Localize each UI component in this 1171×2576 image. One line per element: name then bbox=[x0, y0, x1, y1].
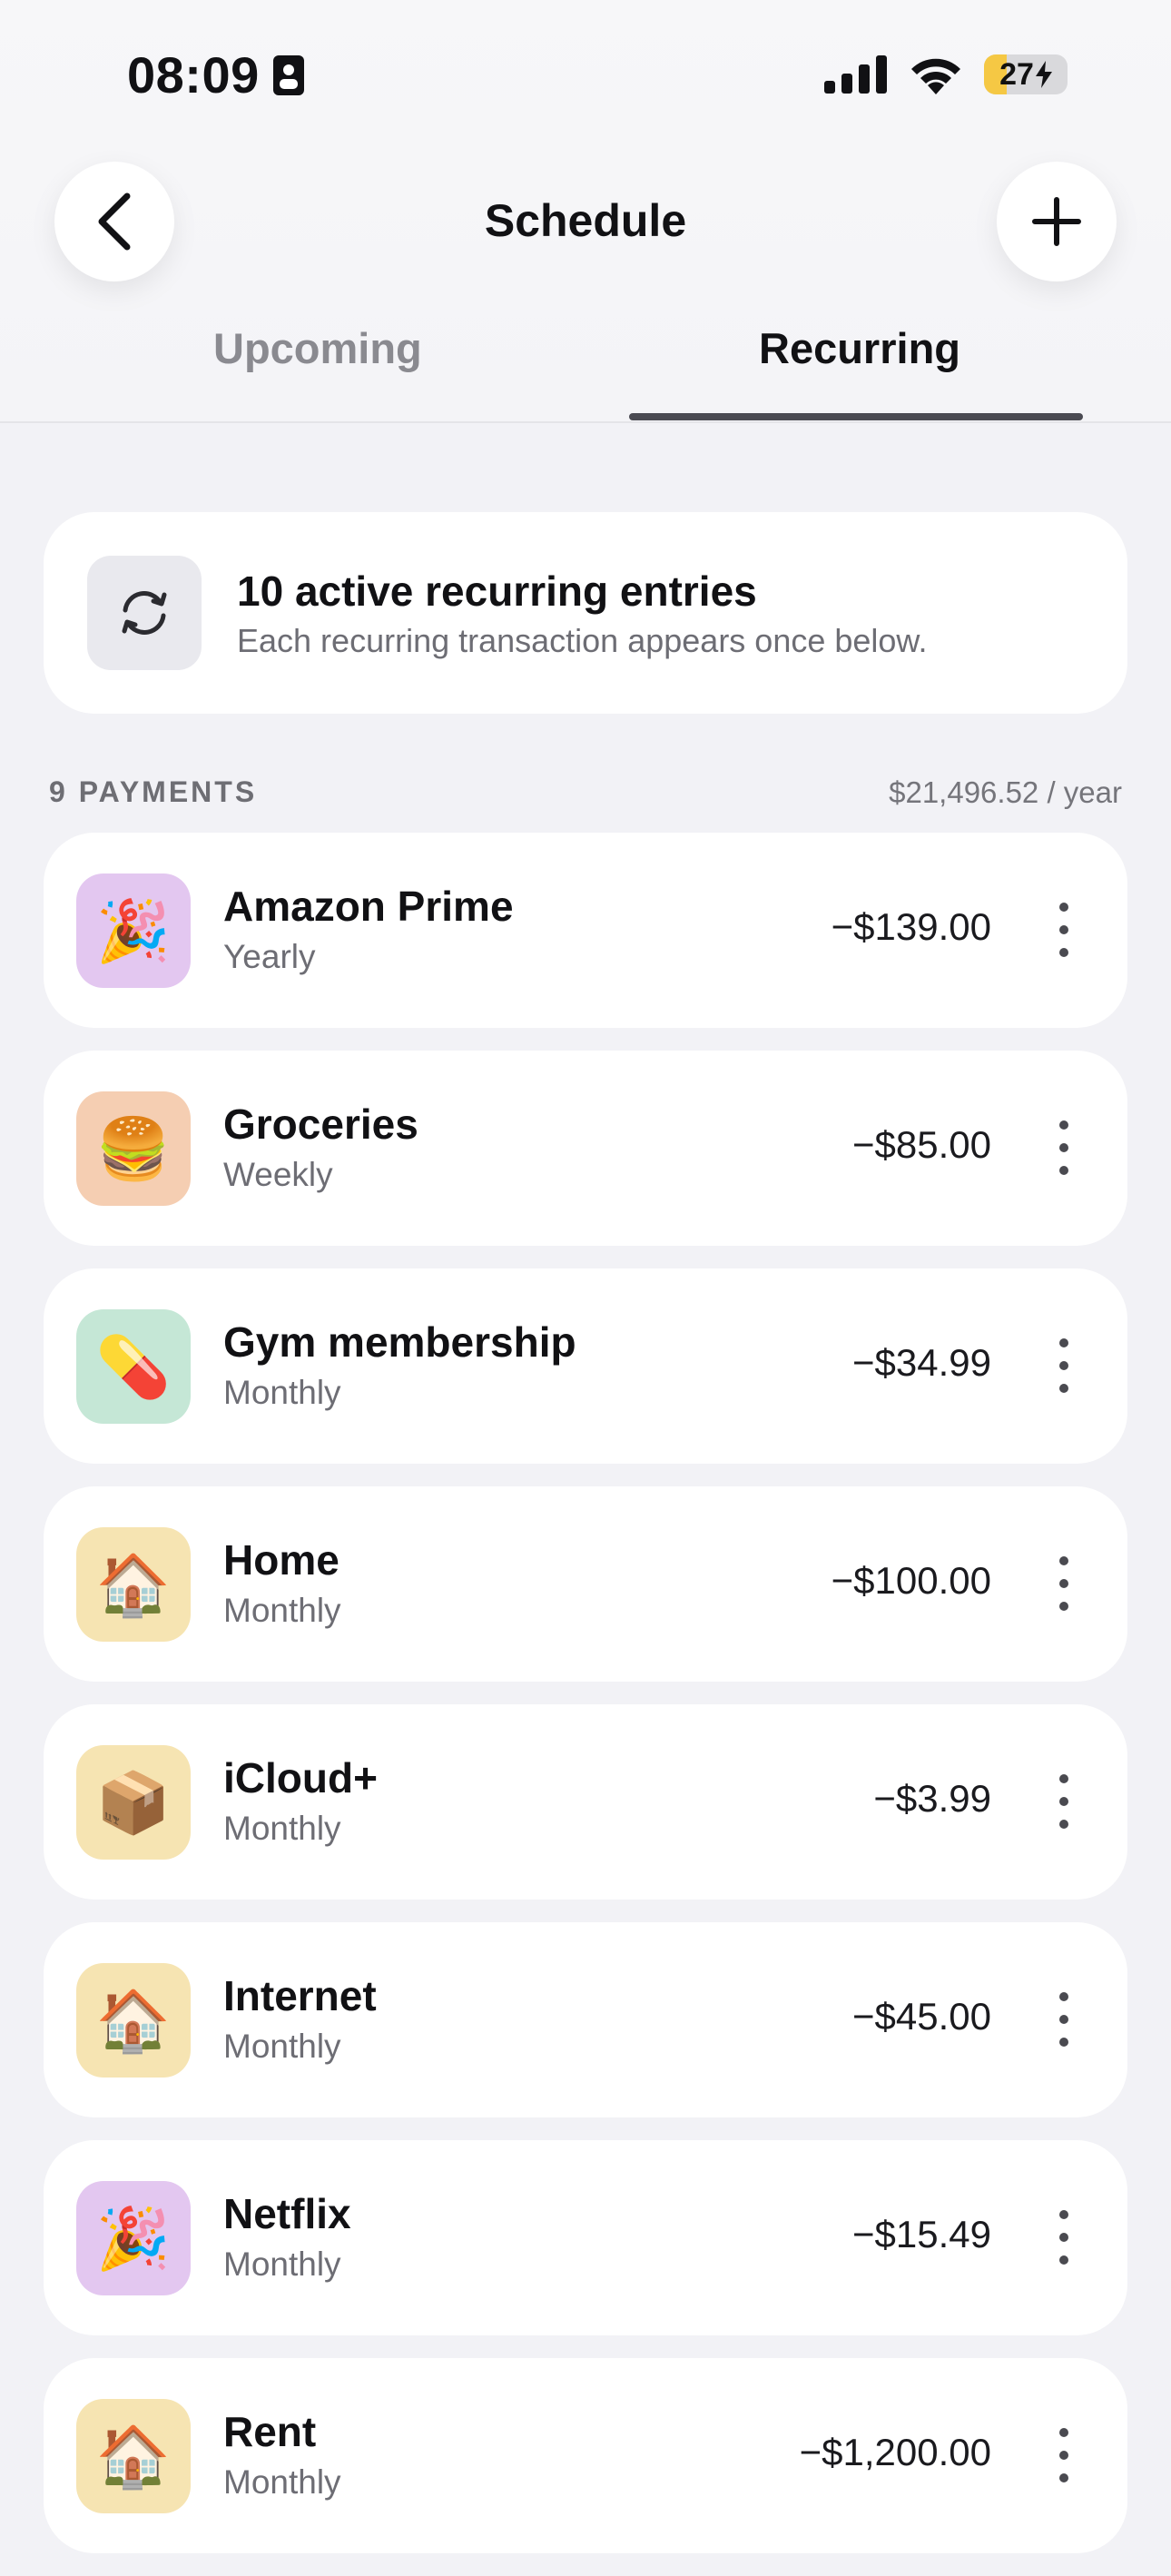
payment-frequency: Monthly bbox=[223, 2028, 341, 2065]
more-options-icon[interactable] bbox=[1046, 1992, 1082, 2047]
payment-row[interactable]: 🎉 Amazon Prime Yearly −$139.00 bbox=[44, 833, 1127, 1028]
payment-name: Netflix bbox=[223, 2190, 351, 2237]
more-options-icon[interactable] bbox=[1046, 1338, 1082, 1393]
contact-card-icon bbox=[272, 54, 304, 95]
battery-indicator: 27 bbox=[984, 54, 1068, 94]
payment-amount: −$34.99 bbox=[852, 1341, 991, 1384]
payment-amount: −$3.99 bbox=[873, 1777, 991, 1820]
battery-level: 27 bbox=[999, 56, 1034, 92]
category-emoji-icon: 🎉 bbox=[76, 873, 191, 988]
payment-row[interactable]: 🎉 Netflix Monthly −$15.49 bbox=[44, 2140, 1127, 2335]
more-options-icon[interactable] bbox=[1046, 903, 1082, 957]
status-bar-indicators: 27 bbox=[824, 54, 1068, 94]
payment-frequency: Yearly bbox=[223, 938, 316, 975]
more-options-icon[interactable] bbox=[1046, 2428, 1082, 2482]
payment-frequency: Monthly bbox=[223, 2463, 341, 2501]
payment-name: Home bbox=[223, 1536, 339, 1584]
payment-list: 🎉 Amazon Prime Yearly −$139.00 🍔 Groceries Wee… bbox=[44, 833, 1127, 2576]
category-emoji-icon: 🎉 bbox=[76, 2181, 191, 2295]
active-tab-indicator bbox=[629, 413, 1083, 420]
tab-upcoming[interactable]: Upcoming bbox=[213, 323, 422, 373]
payment-name: Gym membership bbox=[223, 1318, 576, 1366]
charging-bolt-icon bbox=[1035, 61, 1052, 88]
payment-row[interactable]: 🍔 Groceries Weekly −$85.00 bbox=[44, 1051, 1127, 1246]
category-emoji-icon: 🏠 bbox=[76, 1963, 191, 2078]
category-emoji-icon: 💊 bbox=[76, 1309, 191, 1424]
payment-frequency: Monthly bbox=[223, 1592, 341, 1629]
payment-frequency: Monthly bbox=[223, 2245, 341, 2283]
tab-recurring[interactable]: Recurring bbox=[759, 323, 960, 373]
category-emoji-icon: 📦 bbox=[76, 1745, 191, 1860]
payment-amount: −$1,200.00 bbox=[799, 2431, 991, 2473]
payment-amount: −$15.49 bbox=[852, 2213, 991, 2255]
more-options-icon[interactable] bbox=[1046, 1556, 1082, 1611]
more-options-icon[interactable] bbox=[1046, 1774, 1082, 1829]
plus-icon bbox=[1032, 197, 1081, 246]
payment-name: iCloud+ bbox=[223, 1754, 378, 1801]
status-bar-time: 08:09 bbox=[127, 45, 305, 104]
payment-name: Rent bbox=[223, 2408, 317, 2455]
payment-amount: −$100.00 bbox=[831, 1559, 991, 1602]
payment-frequency: Monthly bbox=[223, 1374, 341, 1411]
payment-row[interactable]: 🏠 Rent Monthly −$1,200.00 bbox=[44, 2358, 1127, 2553]
category-emoji-icon: 🍔 bbox=[76, 1091, 191, 1206]
payment-name: Groceries bbox=[223, 1100, 418, 1148]
cellular-signal-icon bbox=[824, 55, 887, 94]
page-title: Schedule bbox=[484, 195, 687, 246]
payment-frequency: Monthly bbox=[223, 1810, 341, 1847]
category-emoji-icon: 🏠 bbox=[76, 1527, 191, 1642]
category-emoji-icon: 🏠 bbox=[76, 2399, 191, 2513]
wifi-icon bbox=[911, 58, 960, 94]
summary-subtitle: Each recurring transaction appears once … bbox=[237, 622, 928, 659]
recurring-summary-card: 10 active recurring entries Each recurri… bbox=[44, 512, 1127, 714]
payments-yearly-total: $21,496.52 / year bbox=[889, 775, 1122, 809]
payment-name: Amazon Prime bbox=[223, 883, 514, 930]
payment-row[interactable]: 🏠 Internet Monthly −$45.00 bbox=[44, 1922, 1127, 2117]
more-options-icon[interactable] bbox=[1046, 1120, 1082, 1175]
payment-row[interactable]: 📦 iCloud+ Monthly −$3.99 bbox=[44, 1704, 1127, 1900]
payment-row[interactable]: 💊 Gym membership Monthly −$34.99 bbox=[44, 1268, 1127, 1464]
add-button[interactable] bbox=[997, 162, 1117, 281]
status-time-text: 08:09 bbox=[127, 46, 260, 104]
summary-title: 10 active recurring entries bbox=[237, 568, 757, 615]
payments-count-label: 9 PAYMENTS bbox=[49, 775, 258, 808]
payment-name: Internet bbox=[223, 1972, 377, 2019]
summary-icon-box bbox=[87, 556, 202, 670]
payment-frequency: Weekly bbox=[223, 1156, 333, 1193]
payment-row[interactable]: 🏠 Home Monthly −$100.00 bbox=[44, 1486, 1127, 1682]
payment-amount: −$45.00 bbox=[852, 1995, 991, 2038]
more-options-icon[interactable] bbox=[1046, 2210, 1082, 2265]
payment-amount: −$85.00 bbox=[852, 1123, 991, 1166]
payment-amount: −$139.00 bbox=[831, 905, 991, 948]
refresh-icon bbox=[122, 591, 167, 635]
tab-divider bbox=[0, 421, 1171, 423]
